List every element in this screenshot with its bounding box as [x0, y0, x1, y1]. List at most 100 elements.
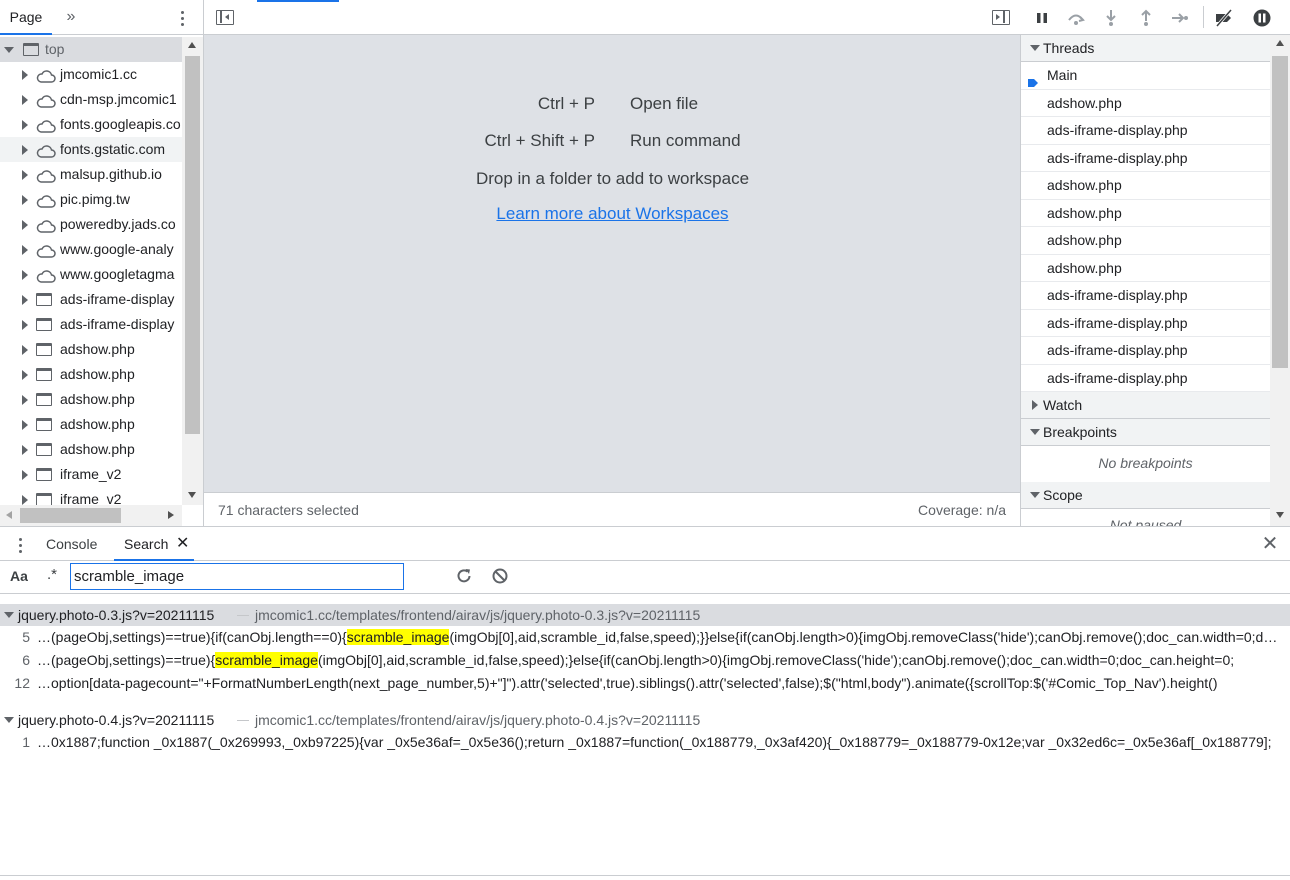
- pause-on-exceptions-icon[interactable]: [1252, 8, 1272, 28]
- expand-right-icon[interactable]: [22, 445, 28, 455]
- tree-item[interactable]: ads-iframe-display: [0, 312, 182, 337]
- debugger-vertical-scroll-thumb[interactable]: [1272, 56, 1288, 368]
- scroll-down-arrow-icon[interactable]: [1276, 512, 1284, 518]
- tree-item[interactable]: fonts.googleapis.co: [0, 112, 182, 137]
- result-file-name: jquery.photo-0.4.js?v=20211115: [18, 712, 215, 728]
- expand-right-icon[interactable]: [22, 70, 28, 80]
- thread-item[interactable]: adshow.php: [1021, 172, 1270, 200]
- expand-right-icon[interactable]: [22, 220, 28, 230]
- tree-item[interactable]: iframe_v2: [0, 462, 182, 487]
- tab-console[interactable]: Console: [46, 527, 97, 561]
- close-drawer-icon[interactable]: ✕: [1260, 533, 1280, 555]
- tree-item[interactable]: www.google-analy: [0, 237, 182, 262]
- expand-right-icon[interactable]: [22, 145, 28, 155]
- thread-item[interactable]: ads-iframe-display.php: [1021, 337, 1270, 365]
- step-into-icon[interactable]: [1101, 8, 1121, 28]
- match-case-button[interactable]: Aa: [10, 568, 28, 584]
- scroll-up-arrow-icon[interactable]: [1276, 40, 1284, 46]
- scroll-right-arrow-icon[interactable]: [168, 511, 174, 519]
- result-file-header[interactable]: jquery.photo-0.4.js?v=20211115 jmcomic1.c…: [0, 709, 1290, 731]
- thread-item[interactable]: ads-iframe-display.php: [1021, 117, 1270, 145]
- thread-item[interactable]: adshow.php: [1021, 255, 1270, 282]
- pause-icon[interactable]: [1032, 8, 1052, 28]
- regex-button[interactable]: .*: [47, 566, 57, 583]
- expand-right-icon[interactable]: [22, 170, 28, 180]
- scroll-left-arrow-icon[interactable]: [6, 511, 12, 519]
- tree-item[interactable]: adshow.php: [0, 337, 182, 362]
- selection-count: 71 characters selected: [218, 502, 359, 518]
- thread-item[interactable]: adshow.php: [1021, 227, 1270, 255]
- breakpoints-section-header[interactable]: Breakpoints: [1021, 419, 1270, 446]
- tree-item[interactable]: pic.pimg.tw: [0, 187, 182, 212]
- thread-item[interactable]: adshow.php: [1021, 200, 1270, 227]
- code-snippet: …(pageObj,settings)==true){scramble_imag…: [37, 649, 1285, 672]
- navigator-menu-icon[interactable]: [172, 8, 192, 28]
- tree-item[interactable]: adshow.php: [0, 362, 182, 387]
- tree-item[interactable]: www.googletagma: [0, 262, 182, 287]
- expand-right-icon[interactable]: [22, 345, 28, 355]
- close-search-tab-icon[interactable]: ✕: [176, 527, 189, 561]
- watch-section-header[interactable]: Watch: [1021, 392, 1270, 419]
- cloud-icon: [36, 242, 56, 258]
- search-result-line[interactable]: 12 …option[data-pagecount="+FormatNumberL…: [0, 672, 1290, 695]
- navigator-horizontal-scroll-thumb[interactable]: [20, 508, 121, 523]
- scroll-up-arrow-icon[interactable]: [188, 42, 196, 48]
- tree-item[interactable]: adshow.php: [0, 387, 182, 412]
- search-result-line[interactable]: 5 …(pageObj,settings)==true){if(canObj.le…: [0, 626, 1290, 649]
- coverage-status[interactable]: Coverage: n/a: [918, 493, 1006, 527]
- result-file-header[interactable]: jquery.photo-0.3.js?v=20211115 jmcomic1.c…: [0, 604, 1290, 626]
- step-over-icon[interactable]: [1066, 8, 1086, 28]
- step-out-icon[interactable]: [1136, 8, 1156, 28]
- thread-item[interactable]: Main: [1021, 62, 1270, 90]
- tree-item[interactable]: adshow.php: [0, 412, 182, 437]
- scroll-down-arrow-icon[interactable]: [188, 492, 196, 498]
- expand-right-icon[interactable]: [22, 95, 28, 105]
- refresh-icon[interactable]: [454, 566, 474, 586]
- tree-item[interactable]: jmcomic1.cc: [0, 62, 182, 87]
- scope-section-header[interactable]: Scope: [1021, 482, 1270, 509]
- expand-right-icon[interactable]: [22, 120, 28, 130]
- thread-label: ads-iframe-display.php: [1047, 122, 1188, 138]
- deactivate-breakpoints-icon[interactable]: [1214, 8, 1234, 28]
- tree-item[interactable]: ads-iframe-display: [0, 287, 182, 312]
- expand-right-icon[interactable]: [22, 195, 28, 205]
- thread-label: adshow.php: [1047, 177, 1122, 193]
- search-result-line[interactable]: 1 …0x1887;function _0x1887(_0x269993,_0xb…: [0, 731, 1290, 754]
- frame-icon: [36, 468, 52, 481]
- toggle-navigator-icon[interactable]: [216, 10, 234, 25]
- threads-section-header[interactable]: Threads: [1021, 35, 1270, 62]
- expand-right-icon[interactable]: [22, 495, 28, 505]
- thread-item[interactable]: ads-iframe-display.php: [1021, 365, 1270, 392]
- tree-item[interactable]: cdn-msp.jmcomic1: [0, 87, 182, 112]
- expand-down-icon[interactable]: [4, 47, 14, 53]
- expand-right-icon[interactable]: [22, 295, 28, 305]
- thread-item[interactable]: ads-iframe-display.php: [1021, 310, 1270, 337]
- expand-right-icon[interactable]: [22, 245, 28, 255]
- thread-item[interactable]: ads-iframe-display.php: [1021, 282, 1270, 310]
- tree-item[interactable]: fonts.gstatic.com: [0, 137, 182, 162]
- thread-item[interactable]: ads-iframe-display.php: [1021, 145, 1270, 172]
- tab-page[interactable]: Page: [0, 0, 52, 35]
- drawer-menu-icon[interactable]: [10, 535, 30, 555]
- more-tabs-chevron-icon[interactable]: »: [60, 0, 82, 35]
- expand-right-icon[interactable]: [22, 320, 28, 330]
- tree-item[interactable]: poweredby.jads.co: [0, 212, 182, 237]
- thread-item[interactable]: adshow.php: [1021, 90, 1270, 117]
- tree-item[interactable]: iframe_v2: [0, 487, 182, 505]
- learn-workspaces-link[interactable]: Learn more about Workspaces: [420, 204, 805, 224]
- clear-icon[interactable]: [490, 566, 510, 586]
- expand-right-icon[interactable]: [22, 470, 28, 480]
- toggle-debugger-icon[interactable]: [992, 10, 1010, 25]
- search-input[interactable]: [70, 563, 404, 590]
- navigator-vertical-scroll-thumb[interactable]: [185, 56, 200, 434]
- expand-right-icon[interactable]: [22, 370, 28, 380]
- tree-item-label: top: [45, 41, 65, 57]
- tree-item[interactable]: malsup.github.io: [0, 162, 182, 187]
- tree-item[interactable]: top: [0, 37, 182, 62]
- search-result-line[interactable]: 6 …(pageObj,settings)==true){scramble_ima…: [0, 649, 1290, 672]
- expand-right-icon[interactable]: [22, 270, 28, 280]
- expand-right-icon[interactable]: [22, 395, 28, 405]
- step-icon[interactable]: [1170, 8, 1190, 28]
- expand-right-icon[interactable]: [22, 420, 28, 430]
- tree-item[interactable]: adshow.php: [0, 437, 182, 462]
